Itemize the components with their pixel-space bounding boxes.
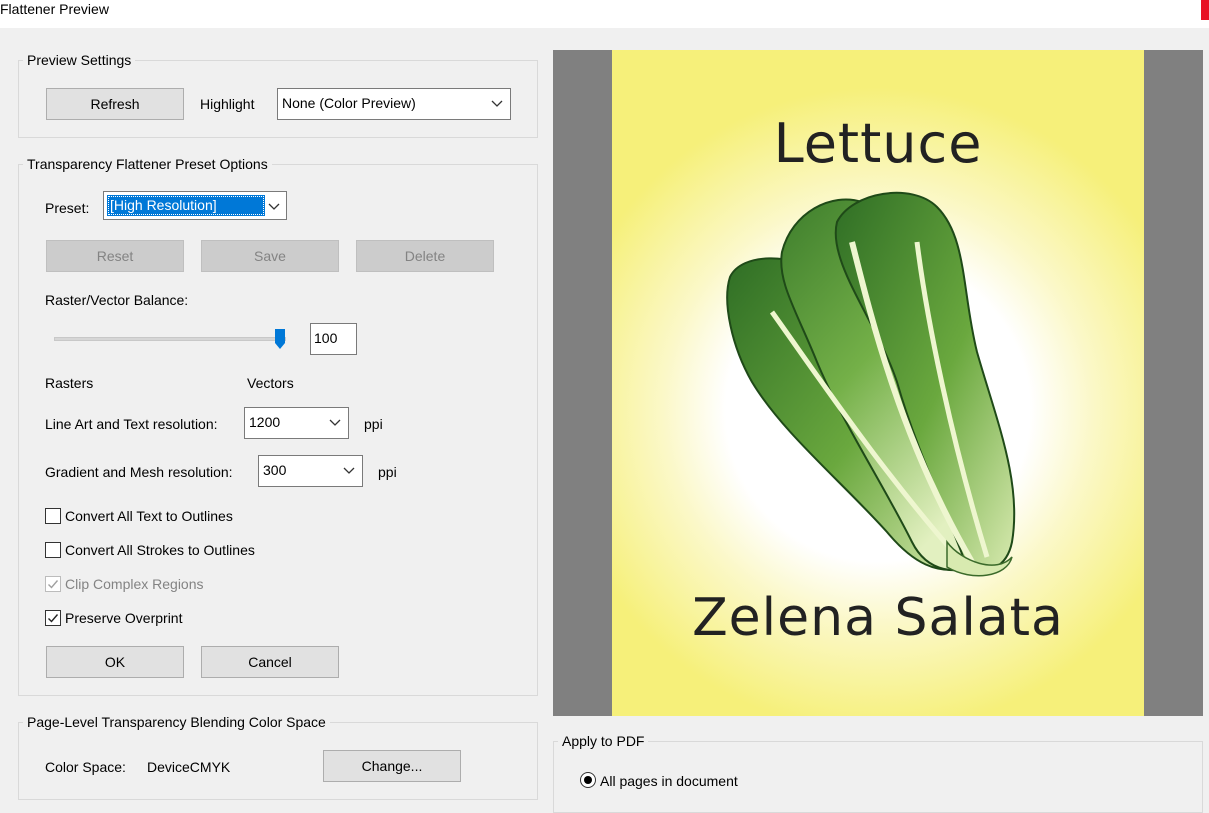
convert-text-label: Convert All Text to Outlines (65, 508, 233, 524)
line-art-unit: ppi (364, 416, 383, 432)
preserve-overprint-checkbox[interactable] (45, 610, 61, 626)
checkmark-icon (48, 580, 59, 589)
highlight-select[interactable]: None (Color Preview) (277, 88, 511, 120)
convert-text-checkbox[interactable] (45, 508, 61, 524)
title-bar: Flattener Preview (0, 0, 1209, 28)
preset-options-legend: Transparency Flattener Preset Options (27, 156, 268, 172)
checkmark-icon (48, 614, 59, 623)
delete-button[interactable]: Delete (356, 240, 494, 272)
balance-value-input[interactable]: 100 (310, 323, 357, 355)
vectors-label: Vectors (247, 375, 294, 391)
apply-legend: Apply to PDF (562, 733, 645, 749)
highlight-label: Highlight (200, 96, 255, 112)
line-art-value: 1200 (249, 414, 281, 430)
preset-value: [High Resolution] (107, 195, 265, 216)
rasters-label: Rasters (45, 375, 94, 391)
clip-regions-checkbox[interactable] (45, 576, 61, 592)
convert-strokes-label: Convert All Strokes to Outlines (65, 542, 255, 558)
color-space-value: DeviceCMYK (147, 759, 231, 775)
convert-strokes-checkbox[interactable] (45, 542, 61, 558)
gradient-resolution-select[interactable]: 300 (258, 455, 363, 487)
save-button[interactable]: Save (201, 240, 339, 272)
color-space-label: Color Space: (45, 759, 126, 775)
line-art-label: Line Art and Text resolution: (45, 416, 218, 432)
preset-select[interactable]: [High Resolution] (103, 191, 287, 220)
change-button[interactable]: Change... (323, 750, 461, 782)
artboard-top-text: Lettuce (773, 112, 983, 175)
clip-regions-label: Clip Complex Regions (65, 576, 204, 592)
ok-button[interactable]: OK (46, 646, 184, 678)
blending-legend: Page-Level Transparency Blending Color S… (27, 714, 326, 730)
preserve-overprint-label: Preserve Overprint (65, 610, 183, 626)
lettuce-illustration (726, 191, 1016, 577)
chevron-down-icon (343, 467, 355, 474)
artboard: Lettuce Zelena Salata (612, 50, 1144, 716)
window-title: Flattener Preview (0, 1, 109, 17)
highlight-value: None (Color Preview) (282, 95, 416, 111)
preset-label: Preset: (45, 200, 90, 216)
chevron-down-icon (491, 100, 503, 107)
gradient-value: 300 (263, 462, 287, 478)
all-pages-radio[interactable] (580, 772, 596, 788)
cancel-button[interactable]: Cancel (201, 646, 339, 678)
line-art-resolution-select[interactable]: 1200 (244, 407, 349, 439)
refresh-button[interactable]: Refresh (46, 88, 184, 120)
chevron-down-icon (268, 203, 280, 210)
gradient-unit: ppi (378, 464, 397, 480)
all-pages-label: All pages in document (600, 773, 738, 789)
artboard-bottom-text: Zelena Salata (692, 588, 1064, 648)
close-button-edge[interactable] (1201, 0, 1209, 20)
preview-panel: Lettuce Zelena Salata (553, 50, 1203, 716)
preview-settings-legend: Preview Settings (27, 52, 132, 68)
balance-label: Raster/Vector Balance: (45, 292, 189, 308)
chevron-down-icon (329, 419, 341, 426)
radio-selected (584, 776, 592, 784)
gradient-label: Gradient and Mesh resolution: (45, 464, 233, 480)
balance-slider-track[interactable] (54, 337, 286, 341)
slider-thumb[interactable] (274, 328, 286, 350)
reset-button[interactable]: Reset (46, 240, 184, 272)
